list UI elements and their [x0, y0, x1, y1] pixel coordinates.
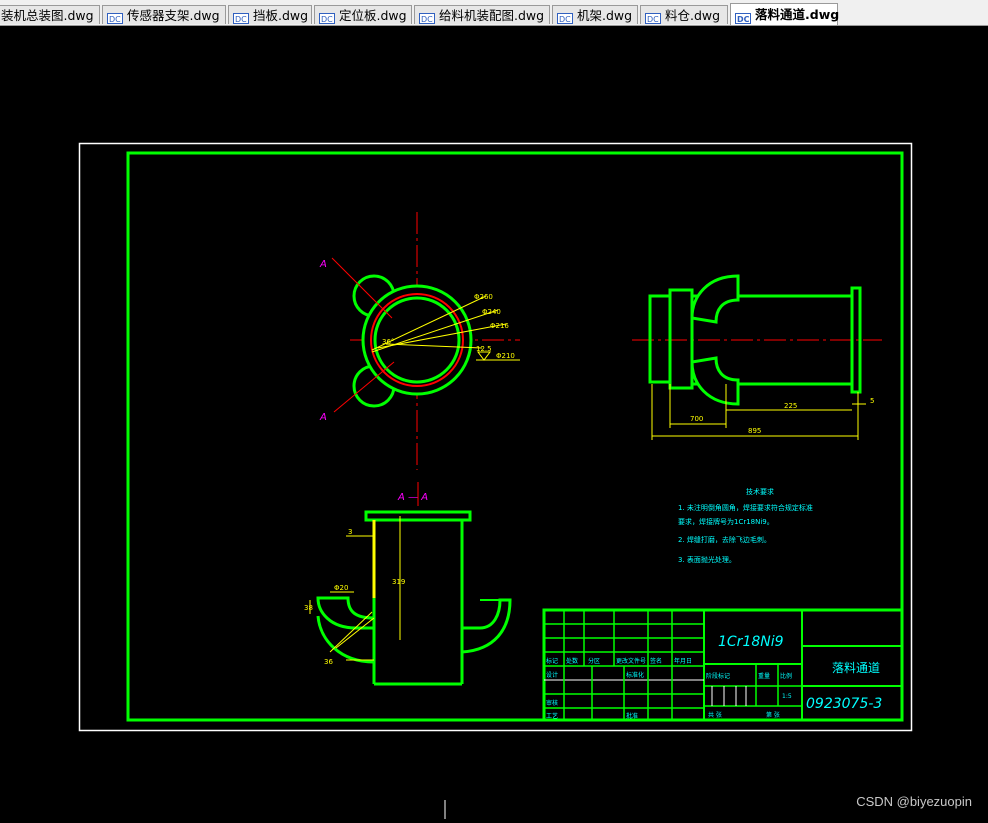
- scale-value: 1:5: [782, 693, 792, 700]
- dim-angle: 36°: [382, 338, 394, 346]
- svg-text:DC: DC: [737, 15, 750, 24]
- tab-label: 挡板.dwg: [253, 8, 309, 23]
- tab-label: 料仓.dwg: [665, 8, 721, 23]
- tech-req-item: 要求，焊接牌号为1Cr18Ni9。: [678, 517, 774, 526]
- dwg-file-icon: DC: [107, 10, 123, 24]
- dim-phi216: Φ216: [490, 322, 509, 330]
- dim-phi260: Φ260: [474, 293, 493, 301]
- title-label: 工艺: [546, 712, 558, 720]
- title-label: 比例: [780, 672, 792, 680]
- title-label: 标记: [546, 657, 558, 665]
- title-label: 共 张: [708, 711, 722, 719]
- tech-req-title: 技术要求: [746, 487, 774, 496]
- title-label: 审核: [546, 699, 558, 707]
- tab-label: 给料机装配图.dwg: [439, 8, 545, 23]
- dwg-file-icon: DC: [319, 10, 335, 24]
- part-name-text: 落料通道: [832, 661, 880, 675]
- tab-chuanganqi-zhijia[interactable]: DC 传感器支架.dwg: [102, 5, 226, 24]
- dwg-file-icon: DC: [645, 10, 661, 24]
- dwg-file-icon: DC: [735, 9, 751, 24]
- title-label: 重量: [758, 672, 770, 680]
- dim-5: 5: [870, 397, 874, 405]
- tab-label: 装机总装图.dwg: [1, 8, 94, 23]
- title-label: 处数: [566, 657, 578, 665]
- title-label: 第 张: [766, 711, 780, 719]
- dim-38: 38: [304, 604, 313, 612]
- title-label: 签名: [650, 657, 662, 665]
- file-tab-bar: 装机总装图.dwg DC 传感器支架.dwg DC 挡板.dwg DC 定位板.dwg…: [0, 0, 988, 26]
- tab-dingweiban[interactable]: DC 定位板.dwg: [314, 5, 412, 24]
- section-label-a-top: A: [319, 259, 327, 270]
- material-text: 1Cr18Ni9: [718, 634, 784, 650]
- section-label-a-bottom: A: [319, 412, 327, 423]
- tech-req-item: 3. 表面抛光处理。: [678, 555, 736, 564]
- dim-895: 895: [748, 427, 761, 435]
- title-label: 批准: [626, 712, 638, 720]
- dim-700: 700: [690, 415, 703, 423]
- tab-zhuangji-zongzhuangtu[interactable]: 装机总装图.dwg: [0, 5, 100, 24]
- dwg-file-icon: DC: [557, 10, 573, 24]
- svg-text:DC: DC: [321, 15, 333, 24]
- svg-text:DC: DC: [235, 15, 247, 24]
- svg-text:DC: DC: [559, 15, 571, 24]
- dim-36: 36: [324, 658, 333, 666]
- dwg-file-icon: DC: [419, 10, 435, 24]
- tab-liaocang[interactable]: DC 料仓.dwg: [640, 5, 728, 24]
- svg-text:DC: DC: [647, 15, 659, 24]
- tab-geiliaoji-zhuangpeitu[interactable]: DC 给料机装配图.dwg: [414, 5, 550, 24]
- dim-319: 319: [392, 578, 405, 586]
- dim-phi240: Φ240: [482, 308, 501, 316]
- tab-label: 定位板.dwg: [339, 8, 407, 23]
- tab-jijia[interactable]: DC 机架.dwg: [552, 5, 638, 24]
- tab-label: 传感器支架.dwg: [127, 8, 220, 23]
- title-label: 年月日: [674, 657, 692, 665]
- tab-label: 机架.dwg: [577, 8, 633, 23]
- dim-phi210: Φ210: [496, 352, 515, 360]
- tab-luoliao-tongdao[interactable]: DC 落料通道.dwg: [730, 3, 840, 25]
- title-label: 更改文件号: [616, 657, 646, 665]
- svg-text:DC: DC: [109, 15, 121, 24]
- drawing-number-text: 0923075-3: [806, 696, 882, 712]
- dim-225: 225: [784, 402, 797, 410]
- svg-text:DC: DC: [421, 15, 433, 24]
- tab-label: 落料通道.dwg: [755, 7, 840, 22]
- watermark: CSDN @biyezuopin: [856, 794, 972, 809]
- tech-req-item: 1. 未注明倒角圆角，焊接要求符合规定标准: [678, 503, 813, 512]
- title-label: 阶段标记: [706, 672, 730, 680]
- title-label: 分区: [588, 657, 600, 665]
- dim-r125: 12.5: [476, 345, 492, 353]
- section-view-title: A — A: [397, 492, 428, 503]
- drawing-canvas[interactable]: Φ260 Φ240 Φ216 36° 12.5 Φ210 A A 700 225…: [0, 26, 988, 819]
- title-label: 设计: [546, 671, 558, 679]
- title-label: 标准化: [626, 671, 644, 679]
- dim-3: 3: [348, 528, 352, 536]
- dim-20: Φ20: [334, 584, 348, 592]
- tech-req-item: 2. 焊缝打磨，去除飞边毛刺。: [678, 535, 771, 544]
- tab-dangban[interactable]: DC 挡板.dwg: [228, 5, 312, 24]
- dwg-file-icon: DC: [233, 10, 249, 24]
